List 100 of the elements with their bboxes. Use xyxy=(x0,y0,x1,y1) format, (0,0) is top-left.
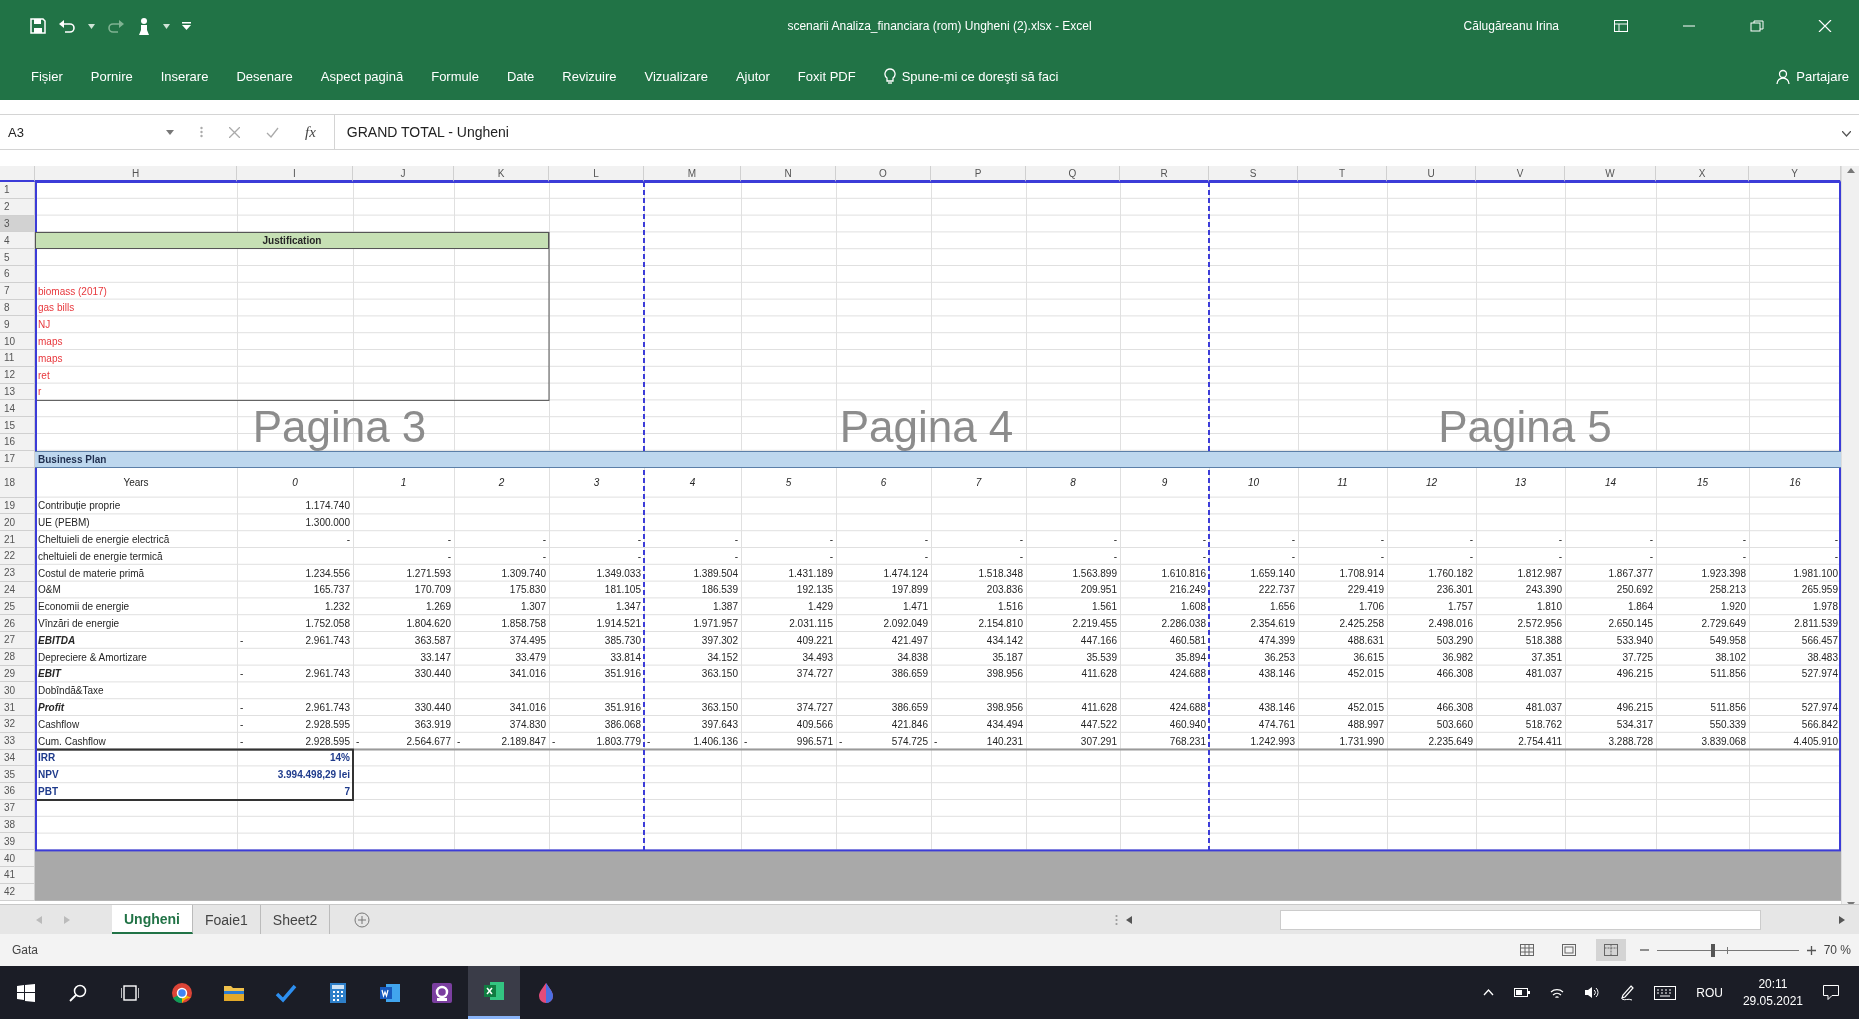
ribbon-tab[interactable]: Revizuire xyxy=(548,62,631,90)
chevron-up-icon[interactable] xyxy=(1483,989,1495,996)
word-document-icon[interactable] xyxy=(379,981,401,1004)
row-number[interactable]: 35 xyxy=(0,766,35,784)
search-icon[interactable] xyxy=(69,983,87,1002)
column-header[interactable]: M xyxy=(644,166,741,182)
horizontal-scrollbar[interactable] xyxy=(1280,909,1761,930)
row-number[interactable]: 31 xyxy=(0,699,35,716)
row-number[interactable]: 10 xyxy=(0,333,35,350)
grip-dots-icon[interactable] xyxy=(1115,913,1118,926)
column-header[interactable]: V xyxy=(1476,166,1565,182)
name-box[interactable]: A3 xyxy=(0,124,150,140)
calculator-icon[interactable] xyxy=(327,981,349,1004)
column-header[interactable]: T xyxy=(1298,166,1387,182)
enter-checkmark-icon[interactable] xyxy=(266,126,279,138)
table-cell-text: 38.483 xyxy=(1806,650,1839,665)
add-sheet-icon[interactable] xyxy=(354,911,371,928)
scroll-right-arrow-icon[interactable] xyxy=(1839,915,1845,924)
ribbon-tab[interactable]: Formule xyxy=(417,62,493,90)
task-view-icon[interactable] xyxy=(121,983,139,1002)
column-header[interactable]: W xyxy=(1565,166,1656,182)
row-number[interactable]: 40 xyxy=(0,850,35,868)
insert-function-button[interactable]: fx xyxy=(305,123,316,141)
battery-icon[interactable] xyxy=(1514,988,1531,997)
touch-mode-icon[interactable] xyxy=(137,17,151,35)
column-header[interactable]: I xyxy=(237,166,353,182)
formula-field[interactable]: GRAND TOTAL - Ungheni xyxy=(333,115,1834,149)
expand-caret-icon[interactable] xyxy=(1842,131,1851,137)
speaker-icon[interactable] xyxy=(1584,986,1601,999)
vertical-scrollbar[interactable] xyxy=(1841,166,1859,904)
column-header[interactable]: X xyxy=(1656,166,1749,182)
note-text: ret xyxy=(37,368,51,383)
column-header[interactable]: O xyxy=(836,166,931,182)
ribbon-tab[interactable]: Aspect pagină xyxy=(306,62,418,90)
clock[interactable]: 20:11 29.05.2021 xyxy=(1742,975,1803,1010)
column-header[interactable]: J xyxy=(353,166,454,182)
column-header[interactable]: P xyxy=(931,166,1026,182)
ring-logo-icon[interactable] xyxy=(431,981,453,1004)
column-header[interactable]: S xyxy=(1209,166,1298,182)
row-number[interactable]: 21 xyxy=(0,531,35,548)
row-number[interactable]: 41 xyxy=(0,867,35,884)
ribbon-tab[interactable]: Fișier xyxy=(17,62,77,90)
pen-icon[interactable] xyxy=(1620,984,1635,1001)
save-icon[interactable] xyxy=(30,18,46,34)
input-language[interactable]: ROU xyxy=(1696,985,1723,1000)
zoom-slider-thumb[interactable] xyxy=(1711,943,1716,957)
row-number[interactable]: 36 xyxy=(0,783,35,800)
ribbon-tab[interactable]: Date xyxy=(492,62,549,90)
row-number[interactable]: 1 xyxy=(0,182,35,199)
notification-icon[interactable] xyxy=(1823,985,1839,1000)
share-button[interactable]: Partajare xyxy=(1776,68,1849,84)
dropdown-caret-icon[interactable] xyxy=(166,129,174,135)
ribbon-tab[interactable]: Desenare xyxy=(222,62,307,90)
row-number[interactable]: 20 xyxy=(0,514,35,532)
column-header[interactable]: R xyxy=(1120,166,1209,182)
keyboard-icon[interactable] xyxy=(1654,985,1677,1000)
sheet-tab[interactable]: Ungheni xyxy=(112,905,193,934)
row-number[interactable]: 25 xyxy=(0,598,35,616)
column-header[interactable]: L xyxy=(549,166,644,182)
row-number[interactable]: 15 xyxy=(0,417,35,434)
tell-me-search[interactable]: Spune-mi ce doreşti să faci xyxy=(883,67,1059,85)
customize-icon[interactable] xyxy=(182,22,191,30)
ribbon-tab[interactable]: Pornire xyxy=(76,62,147,90)
column-header[interactable]: U xyxy=(1387,166,1476,182)
caret-icon[interactable] xyxy=(163,23,170,29)
wifi-icon[interactable] xyxy=(1550,986,1565,999)
undo-icon[interactable] xyxy=(58,18,76,34)
caret-icon[interactable] xyxy=(88,23,95,29)
table-cell-text: 2.092.049 xyxy=(882,617,929,631)
ribbon-tab[interactable]: Foxit PDF xyxy=(783,62,870,90)
column-header[interactable]: K xyxy=(454,166,549,182)
column-header[interactable]: N xyxy=(741,166,836,182)
spreadsheet-icon[interactable] xyxy=(483,980,505,1002)
user-name[interactable]: Călugăreanu Irina xyxy=(1463,19,1559,33)
scroll-up-arrow-icon[interactable] xyxy=(1846,168,1855,173)
row-number[interactable]: 30 xyxy=(0,682,35,700)
row-number[interactable]: 4 xyxy=(0,232,35,250)
table-cell-text: 222.737 xyxy=(1257,583,1296,598)
zoom-level[interactable]: 70 % xyxy=(1823,943,1851,957)
browser-icon[interactable] xyxy=(171,981,193,1004)
scroll-left-arrow-icon[interactable] xyxy=(1126,915,1132,924)
row-number[interactable]: 18 xyxy=(0,467,35,498)
column-header[interactable]: Q xyxy=(1026,166,1120,182)
table-cell-text: - xyxy=(541,533,547,548)
table-cell-text: 398.956 xyxy=(985,667,1024,682)
ribbon-tab[interactable]: Inserare xyxy=(146,62,223,90)
row-number[interactable]: 39 xyxy=(0,833,35,851)
ribbon-tab[interactable]: Vizualizare xyxy=(630,62,722,90)
start-icon[interactable] xyxy=(17,983,35,1002)
row-number[interactable]: 26 xyxy=(0,615,35,632)
row-number[interactable]: 5 xyxy=(0,249,35,266)
row-number[interactable]: 14 xyxy=(0,400,35,418)
page-break-view-button[interactable] xyxy=(1595,939,1626,961)
select-all-corner[interactable] xyxy=(0,166,35,182)
column-header[interactable]: H xyxy=(35,166,237,182)
column-header[interactable]: Y xyxy=(1749,166,1841,182)
ribbon-tab[interactable]: Ajutor xyxy=(721,62,784,90)
negative-sign: - xyxy=(552,735,556,747)
zoom-in-icon[interactable] xyxy=(1806,945,1816,955)
row-number[interactable]: 9 xyxy=(0,316,35,334)
